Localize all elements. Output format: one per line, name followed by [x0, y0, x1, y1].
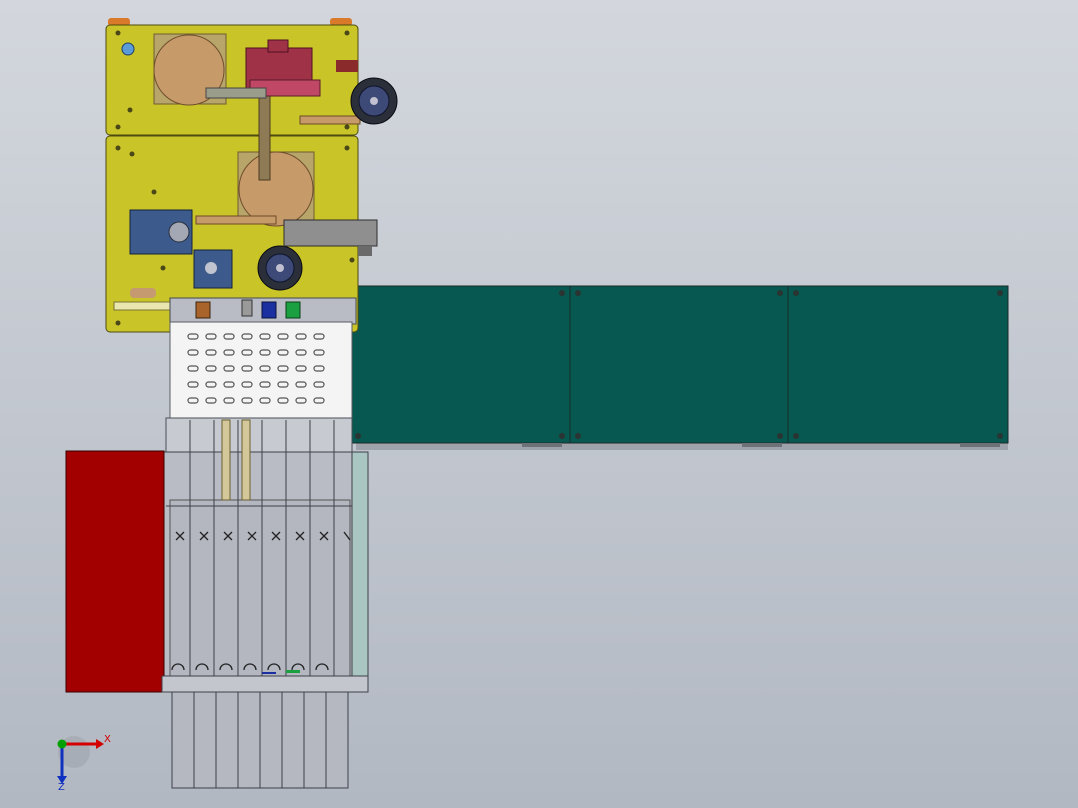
- cad-viewport[interactable]: X Z: [0, 0, 1078, 808]
- tan-rail: [221, 419, 231, 501]
- triad-x-label: X: [104, 734, 111, 745]
- yellow-base-plate[interactable]: [105, 18, 398, 333]
- teal-conveyor[interactable]: [351, 285, 1009, 450]
- conveyor-foot-3: [960, 443, 1000, 447]
- orientation-triad: X Z: [57, 734, 111, 793]
- triad-z-label: Z: [58, 782, 65, 793]
- bronze-wheel-bottom: [238, 151, 314, 227]
- red-block[interactable]: [65, 450, 165, 693]
- conveyor-section-2: [569, 285, 789, 444]
- lane-frame[interactable]: [161, 417, 369, 693]
- conveyor-section-3: [787, 285, 1009, 444]
- conveyor-foot-2: [742, 443, 782, 447]
- conveyor-section-1: [351, 285, 571, 444]
- gray-housing: [283, 219, 378, 247]
- white-perforated-plate[interactable]: [169, 321, 353, 419]
- cartridge-row: [169, 297, 357, 325]
- triad-y-dot: [57, 739, 67, 749]
- output-chutes[interactable]: [161, 675, 369, 789]
- blue-sensor-dot: [121, 42, 135, 56]
- conveyor-foot-1: [522, 443, 562, 447]
